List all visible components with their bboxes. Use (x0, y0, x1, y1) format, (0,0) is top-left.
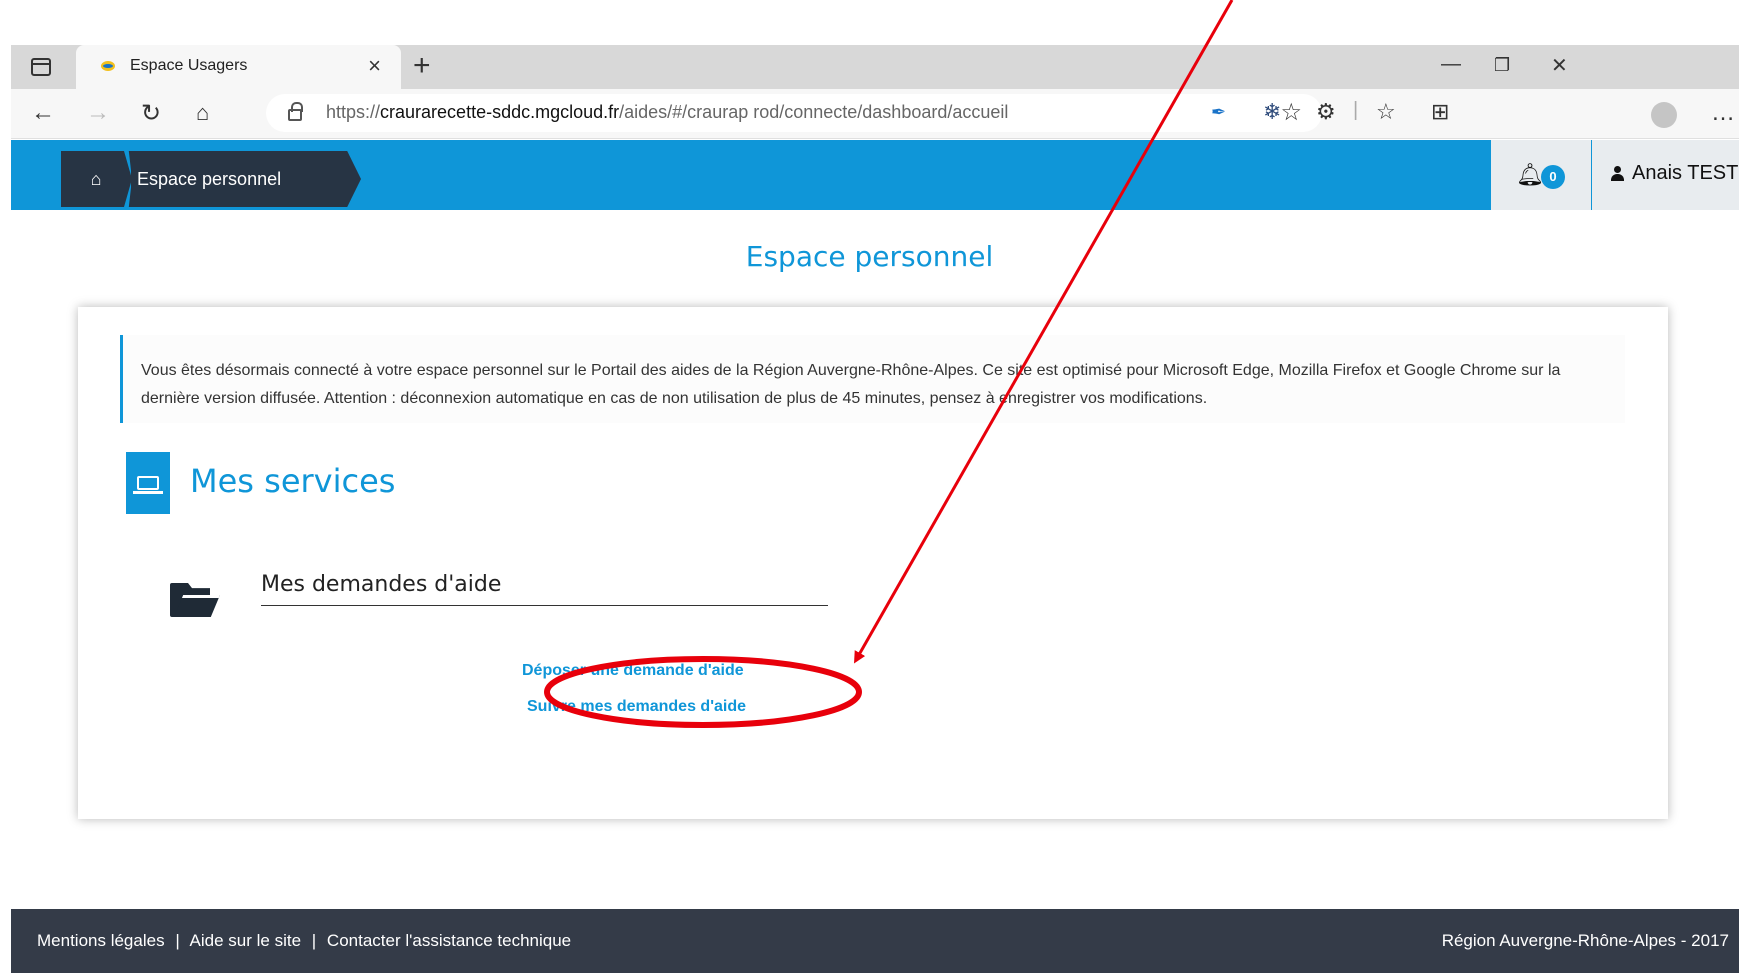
browser-toolbar: ← → ↻ ⌂ https://craurarecette-sddc.mgclo… (11, 89, 1739, 139)
dashboard-card: Vous êtes désormais connecté à votre esp… (78, 307, 1668, 819)
deposer-demande-link[interactable]: Déposer une demande d'aide (522, 662, 744, 680)
browser-window: Espace Usagers × + — ❐ ✕ ← → ↻ ⌂ https:/… (11, 45, 1739, 973)
extensions-icon[interactable]: ⚙ (1316, 99, 1336, 125)
site-favicon-icon (101, 61, 115, 71)
folder-open-icon (170, 579, 220, 617)
tab-strip: Espace Usagers × + — ❐ ✕ (11, 45, 1739, 89)
forward-icon[interactable]: → (86, 99, 110, 127)
tab-title: Espace Usagers (130, 57, 248, 74)
footer-copyright: Région Auvergne-Rhône-Alpes - 2017 (1441, 931, 1729, 950)
back-icon[interactable]: ← (31, 99, 55, 127)
refresh-icon[interactable]: ↻ (141, 99, 161, 128)
mentions-legales-link[interactable]: Mentions légales (37, 931, 165, 950)
url-text: https://craurarecette-sddc.mgcloud.fr/ai… (326, 102, 1009, 122)
services-icon-box (126, 452, 170, 514)
suivre-demandes-link[interactable]: Suivre mes demandes d'aide (527, 698, 746, 716)
footer-separator: | (175, 931, 180, 950)
collections-icon[interactable]: ⊞ (1431, 99, 1449, 125)
notifications-button[interactable]: 🔔︎ 0 (1491, 140, 1591, 210)
home-icon[interactable]: ⌂ (196, 100, 209, 126)
user-icon (1610, 166, 1624, 181)
services-title: Mes services (190, 462, 396, 500)
welcome-notice: Vous êtes désormais connecté à votre esp… (120, 335, 1625, 423)
browser-tab[interactable]: Espace Usagers × (76, 45, 401, 89)
profile-icon[interactable] (1651, 102, 1677, 128)
footer-separator: | (311, 931, 317, 950)
home-icon: ⌂ (90, 169, 102, 189)
notification-count-badge: 0 (1541, 165, 1565, 189)
minimize-icon[interactable]: — (1441, 53, 1461, 76)
favorites-icon[interactable]: ☆ (1376, 99, 1396, 125)
app-header: ⌂ Espace personnel 🔔︎ 0 Anais TEST (11, 140, 1739, 210)
lock-icon (288, 102, 303, 121)
laptop-icon (133, 476, 163, 494)
extension-snowflake-icon[interactable]: ❄ (1263, 99, 1281, 125)
new-tab-button[interactable]: + (413, 49, 431, 83)
aide-site-link[interactable]: Aide sur le site (190, 931, 302, 950)
breadcrumb-current: Espace personnel (131, 151, 361, 207)
close-tab-icon[interactable]: × (368, 53, 381, 79)
page-title: Espace personnel (745, 240, 994, 273)
contact-assistance-link[interactable]: Contacter l'assistance technique (327, 931, 571, 950)
page-footer: Mentions légales | Aide sur le site | Co… (11, 909, 1739, 973)
restore-icon[interactable]: ❐ (1494, 55, 1510, 76)
user-name: Anais TEST (1632, 162, 1739, 184)
close-window-icon[interactable]: ✕ (1551, 53, 1568, 78)
bell-icon: 🔔︎ (1516, 162, 1544, 187)
toolbar-divider: | (1353, 99, 1359, 121)
user-menu[interactable]: Anais TEST (1592, 140, 1739, 210)
breadcrumb-home[interactable]: ⌂ (61, 151, 131, 207)
address-bar[interactable]: https://craurarecette-sddc.mgcloud.fr/ai… (266, 94, 1322, 132)
add-favorite-icon[interactable]: ☆ (1280, 98, 1302, 127)
tab-actions-icon[interactable] (31, 58, 51, 76)
screenshot-frame: Espace Usagers × + — ❐ ✕ ← → ↻ ⌂ https:/… (0, 0, 1739, 973)
more-icon[interactable]: … (1711, 99, 1735, 127)
footer-links: Mentions légales | Aide sur le site | Co… (37, 931, 571, 951)
extension-pen-icon[interactable]: ✒ (1211, 102, 1226, 123)
demandes-title: Mes demandes d'aide (261, 572, 828, 606)
